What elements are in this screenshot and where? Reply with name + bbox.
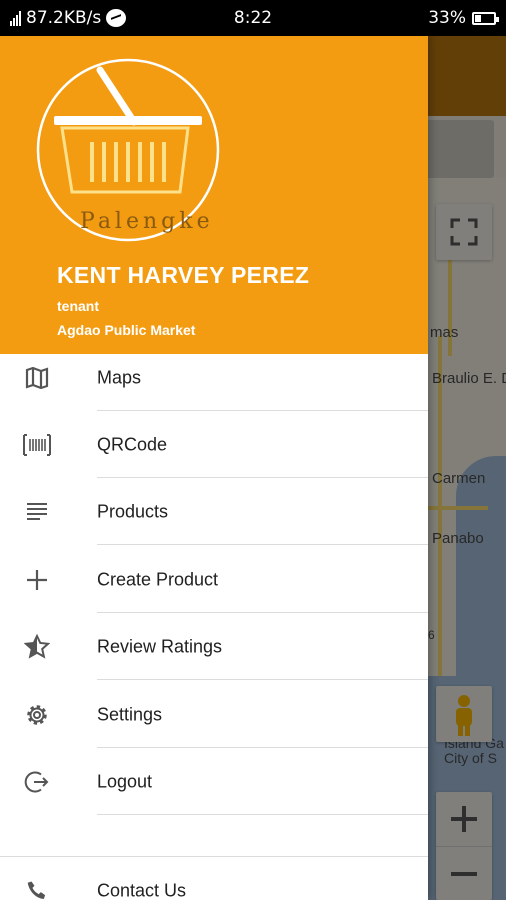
- drawer-header: Palengke KENT HARVEY PEREZ tenant Agdao …: [0, 36, 428, 354]
- menu-item-contact-us[interactable]: Contact Us: [0, 857, 428, 900]
- menu-label: Products: [97, 501, 169, 521]
- phone-icon: [22, 876, 52, 900]
- user-role: tenant: [57, 298, 99, 314]
- gear-icon: [22, 700, 52, 730]
- user-name: KENT HARVEY PEREZ: [57, 262, 310, 288]
- menu-item-maps[interactable]: Maps: [0, 344, 428, 411]
- map-icon: [22, 363, 52, 393]
- battery-percent: 33%: [428, 8, 466, 28]
- palengke-logo: Palengke: [36, 58, 220, 242]
- menu-label: Maps: [97, 367, 142, 387]
- battery-icon: [472, 11, 499, 25]
- star-half-icon: [22, 632, 52, 662]
- menu-item-products[interactable]: Products: [0, 478, 428, 545]
- navigation-drawer: Palengke KENT HARVEY PEREZ tenant Agdao …: [0, 36, 428, 900]
- menu-item-review-ratings[interactable]: Review Ratings: [0, 613, 428, 680]
- logo-text: Palengke: [80, 209, 214, 234]
- menu-item-qrcode[interactable]: QRCode: [0, 411, 428, 478]
- menu-divider: [97, 544, 428, 545]
- menu-label: Contact Us: [97, 880, 187, 900]
- logout-icon: [22, 767, 52, 797]
- menu-divider: [97, 679, 428, 680]
- map-view[interactable]: mas Braulio E. Duja Carmen Panabo 6 Isla…: [428, 36, 506, 900]
- user-market: Agdao Public Market: [57, 322, 196, 338]
- barcode-icon: [22, 430, 52, 460]
- menu-label: QRCode: [97, 434, 168, 454]
- scrim-overlay[interactable]: [428, 36, 506, 900]
- menu-label: Create Product: [97, 569, 219, 589]
- menu-item-settings[interactable]: Settings: [0, 681, 428, 748]
- menu-divider: [97, 814, 428, 815]
- menu-label: Settings: [97, 704, 163, 724]
- list-icon: [22, 497, 52, 527]
- plus-icon: [22, 565, 52, 595]
- menu-item-logout[interactable]: Logout: [0, 748, 428, 815]
- menu-label: Review Ratings: [97, 636, 223, 656]
- menu-label: Logout: [97, 771, 153, 791]
- status-bar: 87.2KB/s 8:22 33%: [0, 0, 506, 36]
- menu-item-create-product[interactable]: Create Product: [0, 546, 428, 613]
